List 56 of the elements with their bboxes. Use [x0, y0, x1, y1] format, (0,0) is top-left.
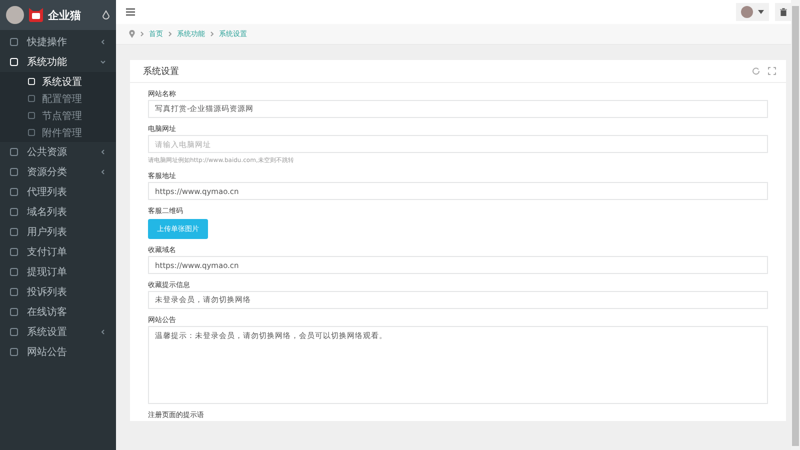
- square-icon: [10, 168, 18, 176]
- square-icon: [10, 228, 18, 236]
- chevron-left-icon: [100, 149, 106, 155]
- square-icon: [10, 268, 18, 276]
- chevron-right-icon: [140, 31, 144, 37]
- logo-text: 企业猫: [48, 8, 81, 22]
- sidebar-item[interactable]: 支付订单: [0, 242, 116, 262]
- sidebar-item[interactable]: 在线访客: [0, 302, 116, 322]
- trash-button[interactable]: [775, 3, 792, 21]
- sidebar-item[interactable]: 系统功能: [0, 52, 116, 72]
- square-icon: [10, 188, 18, 196]
- submenu-item[interactable]: 系统设置: [0, 73, 116, 90]
- sidebar-item[interactable]: 投诉列表: [0, 282, 116, 302]
- sidebar-item[interactable]: 提现订单: [0, 262, 116, 282]
- fullscreen-icon[interactable]: [768, 67, 776, 75]
- square-icon: [10, 248, 18, 256]
- map-pin-icon: [129, 30, 135, 38]
- square-icon: [10, 328, 18, 336]
- caret-icon: [758, 10, 764, 14]
- drop-icon[interactable]: [102, 10, 110, 20]
- square-icon: [10, 148, 18, 156]
- square-icon: [28, 95, 35, 102]
- chevron-left-icon: [100, 329, 106, 335]
- sidebar-item[interactable]: 代理列表: [0, 182, 116, 202]
- square-icon: [28, 112, 35, 119]
- avatar-circle: [741, 6, 753, 18]
- chevron-left-icon: [100, 169, 106, 175]
- sidebar-item[interactable]: 快捷操作: [0, 32, 116, 52]
- submenu-item[interactable]: 配置管理: [0, 90, 116, 107]
- cat-logo-icon: [28, 7, 44, 23]
- square-icon: [10, 288, 18, 296]
- square-icon: [10, 208, 18, 216]
- menu-icon[interactable]: [126, 8, 135, 16]
- submenu-item[interactable]: 节点管理: [0, 107, 116, 124]
- chevron-right-icon: [168, 31, 172, 37]
- square-icon: [28, 129, 35, 136]
- sidebar-item[interactable]: 用户列表: [0, 222, 116, 242]
- trash-icon: [780, 8, 787, 16]
- card-title: 系统设置: [143, 66, 179, 78]
- sidebar-item[interactable]: 资源分类: [0, 162, 116, 182]
- submenu-item[interactable]: 附件管理: [0, 124, 116, 141]
- user-menu-button[interactable]: [736, 3, 769, 21]
- sidebar-item[interactable]: 公共资源: [0, 142, 116, 162]
- chevron-right-icon: [210, 31, 214, 37]
- refresh-icon[interactable]: [752, 67, 760, 75]
- avatar-circle: [6, 6, 24, 24]
- square-icon: [28, 78, 35, 85]
- square-icon: [10, 58, 18, 66]
- square-icon: [10, 38, 18, 46]
- sidebar-item[interactable]: 系统设置: [0, 322, 116, 342]
- square-icon: [10, 308, 18, 316]
- square-icon: [10, 348, 18, 356]
- sidebar-item[interactable]: 网站公告: [0, 342, 116, 362]
- sidebar-item[interactable]: 域名列表: [0, 202, 116, 222]
- chevron-down-icon: [100, 59, 106, 65]
- chevron-left-icon: [100, 39, 106, 45]
